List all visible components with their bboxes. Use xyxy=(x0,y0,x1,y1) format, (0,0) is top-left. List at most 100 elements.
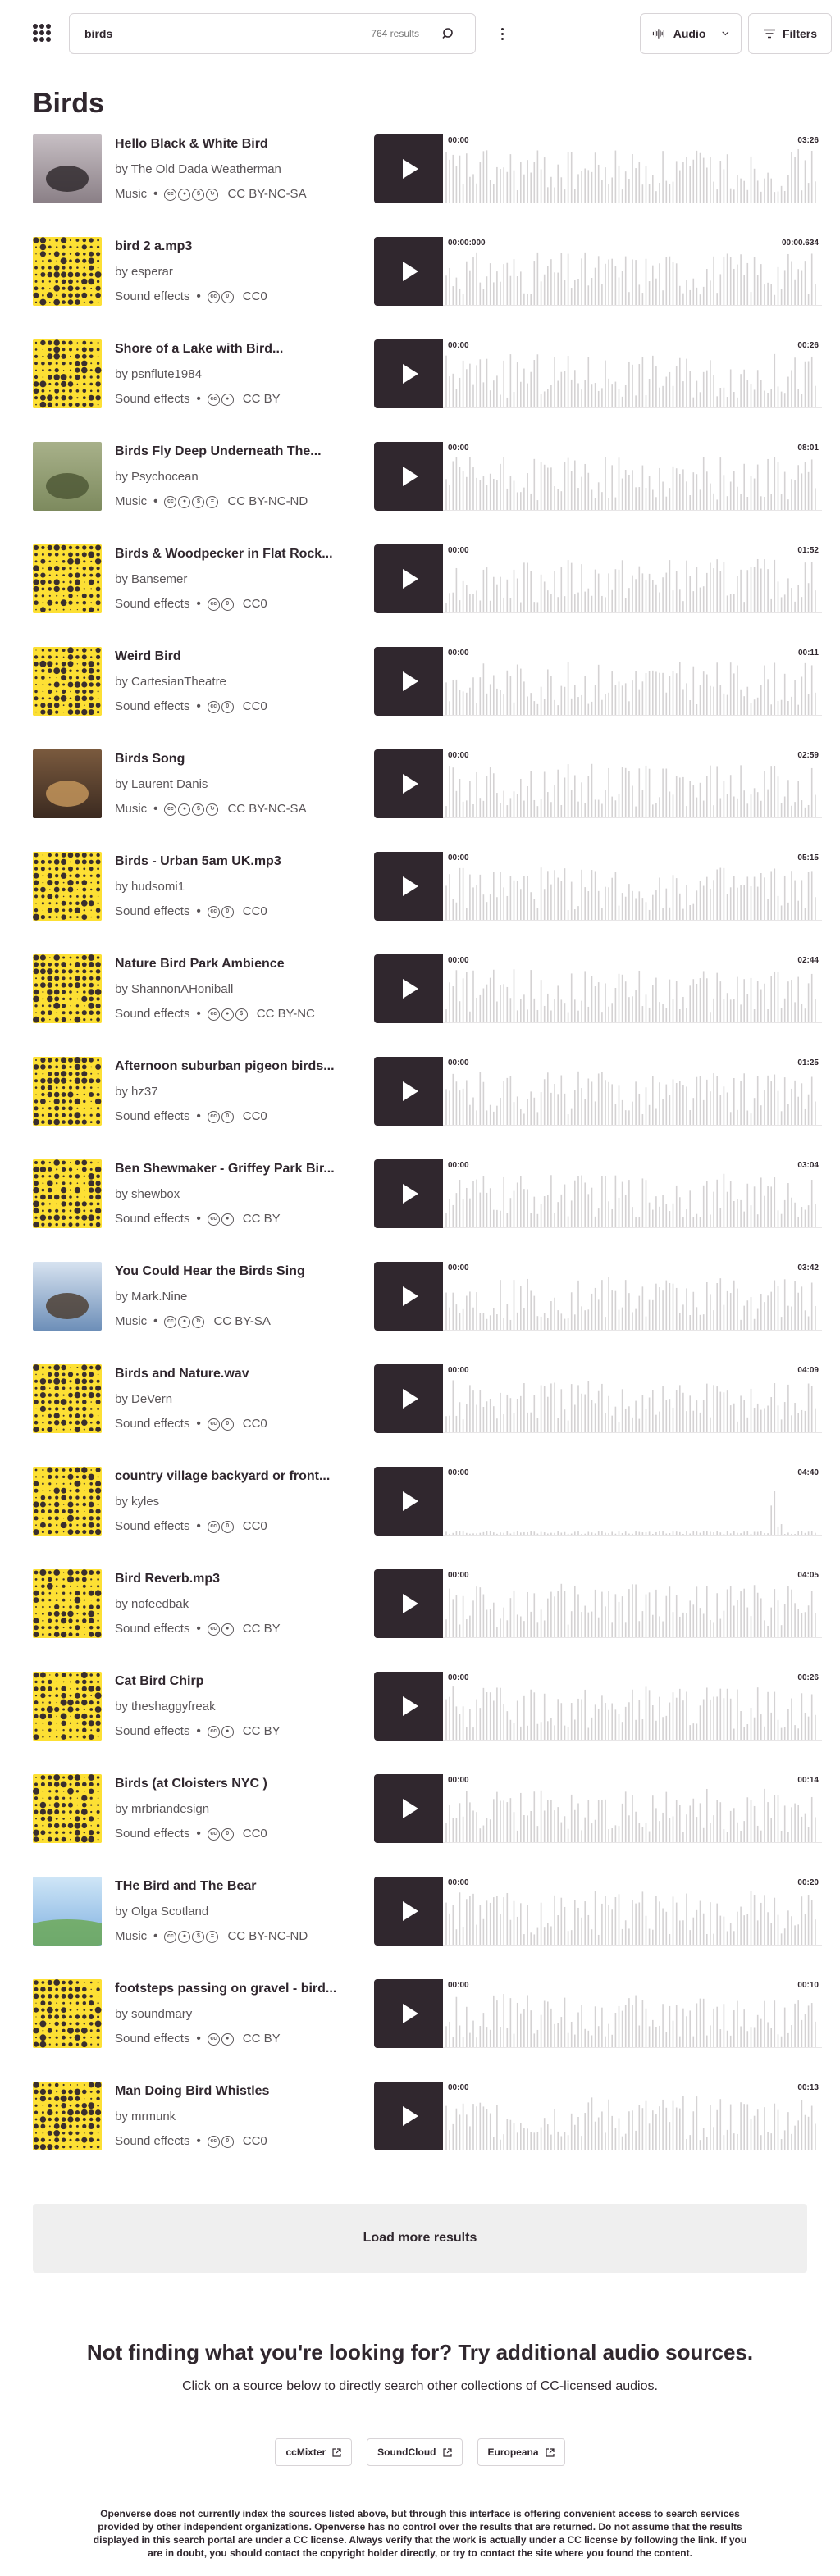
result-row[interactable]: Hello Black & White Bird by The Old Dada… xyxy=(33,134,822,237)
result-title[interactable]: Man Doing Bird Whistles xyxy=(115,2083,346,2100)
result-thumbnail[interactable] xyxy=(33,442,102,511)
waveform[interactable]: 00:00 01:52 xyxy=(443,544,822,613)
waveform[interactable]: 00:00 00:26 xyxy=(443,339,822,408)
result-row[interactable]: country village backyard or front... by … xyxy=(33,1467,822,1569)
search-button[interactable] xyxy=(437,22,460,45)
more-options-icon[interactable] xyxy=(492,23,512,44)
result-title[interactable]: Nature Bird Park Ambience xyxy=(115,956,346,972)
play-button[interactable] xyxy=(374,544,443,613)
source-link-ccmixter[interactable]: ccMixter xyxy=(275,2438,353,2466)
result-title[interactable]: Birds and Nature.wav xyxy=(115,1366,346,1382)
result-thumbnail[interactable] xyxy=(33,1159,102,1228)
result-title[interactable]: Ben Shewmaker - Griffey Park Bir... xyxy=(115,1161,346,1177)
result-row[interactable]: footsteps passing on gravel - bird... by… xyxy=(33,1979,822,2082)
play-button[interactable] xyxy=(374,1877,443,1946)
waveform[interactable]: 00:00 00:10 xyxy=(443,1979,822,2048)
result-thumbnail[interactable] xyxy=(33,1569,102,1638)
play-button[interactable] xyxy=(374,1467,443,1536)
result-thumbnail[interactable] xyxy=(33,1672,102,1741)
result-thumbnail[interactable] xyxy=(33,237,102,306)
result-thumbnail[interactable] xyxy=(33,1057,102,1126)
result-row[interactable]: Nature Bird Park Ambience by ShannonAHon… xyxy=(33,954,822,1057)
waveform[interactable]: 00:00 04:40 xyxy=(443,1467,822,1536)
waveform[interactable]: 00:00:000 00:00.634 xyxy=(443,237,822,306)
waveform[interactable]: 00:00 03:26 xyxy=(443,134,822,203)
play-button[interactable] xyxy=(374,1364,443,1433)
source-link-soundcloud[interactable]: SoundCloud xyxy=(367,2438,463,2466)
result-thumbnail[interactable] xyxy=(33,1364,102,1433)
result-title[interactable]: Shore of a Lake with Bird... xyxy=(115,341,346,357)
result-row[interactable]: Weird Bird by CartesianTheatre Sound eff… xyxy=(33,647,822,749)
waveform[interactable]: 00:00 08:01 xyxy=(443,442,822,511)
result-row[interactable]: You Could Hear the Birds Sing by Mark.Ni… xyxy=(33,1262,822,1364)
play-button[interactable] xyxy=(374,1057,443,1126)
play-button[interactable] xyxy=(374,1979,443,2048)
result-row[interactable]: Ben Shewmaker - Griffey Park Bir... by s… xyxy=(33,1159,822,1262)
waveform[interactable]: 00:00 02:44 xyxy=(443,954,822,1023)
waveform[interactable]: 00:00 00:13 xyxy=(443,2082,822,2150)
play-button[interactable] xyxy=(374,1262,443,1331)
result-row[interactable]: Birds - Urban 5am UK.mp3 by hudsomi1 Sou… xyxy=(33,852,822,954)
waveform[interactable]: 00:00 00:26 xyxy=(443,1672,822,1741)
result-title[interactable]: THe Bird and The Bear xyxy=(115,1878,346,1895)
play-button[interactable] xyxy=(374,1569,443,1638)
result-title[interactable]: Weird Bird xyxy=(115,649,346,665)
source-link-europeana[interactable]: Europeana xyxy=(477,2438,565,2466)
play-button[interactable] xyxy=(374,647,443,716)
waveform[interactable]: 00:00 00:11 xyxy=(443,647,822,716)
result-row[interactable]: bird 2 a.mp3 by esperar Sound effects • … xyxy=(33,237,822,339)
result-row[interactable]: Bird Reverb.mp3 by nofeedbak Sound effec… xyxy=(33,1569,822,1672)
play-button[interactable] xyxy=(374,852,443,921)
play-button[interactable] xyxy=(374,749,443,818)
result-title[interactable]: Birds (at Cloisters NYC ) xyxy=(115,1776,346,1792)
waveform[interactable]: 00:00 00:20 xyxy=(443,1877,822,1946)
waveform[interactable]: 00:00 04:09 xyxy=(443,1364,822,1433)
result-thumbnail[interactable] xyxy=(33,544,102,613)
play-button[interactable] xyxy=(374,1672,443,1741)
search-input[interactable] xyxy=(84,27,372,40)
load-more-button[interactable]: Load more results xyxy=(33,2204,807,2273)
result-title[interactable]: country village backyard or front... xyxy=(115,1468,346,1485)
play-button[interactable] xyxy=(374,1159,443,1228)
play-button[interactable] xyxy=(374,954,443,1023)
result-title[interactable]: Hello Black & White Bird xyxy=(115,136,346,152)
filters-button[interactable]: Filters xyxy=(748,13,832,54)
result-row[interactable]: Birds (at Cloisters NYC ) by mrbriandesi… xyxy=(33,1774,822,1877)
result-thumbnail[interactable] xyxy=(33,134,102,203)
result-row[interactable]: Birds & Woodpecker in Flat Rock... by Ba… xyxy=(33,544,822,647)
result-thumbnail[interactable] xyxy=(33,2082,102,2150)
waveform[interactable]: 00:00 05:15 xyxy=(443,852,822,921)
play-button[interactable] xyxy=(374,442,443,511)
result-thumbnail[interactable] xyxy=(33,1262,102,1331)
result-title[interactable]: Birds Song xyxy=(115,751,346,767)
result-title[interactable]: Birds Fly Deep Underneath The... xyxy=(115,444,346,460)
result-title[interactable]: Afternoon suburban pigeon birds... xyxy=(115,1058,346,1075)
result-row[interactable]: Man Doing Bird Whistles by mrmunk Sound … xyxy=(33,2082,822,2184)
result-title[interactable]: footsteps passing on gravel - bird... xyxy=(115,1981,346,1997)
waveform[interactable]: 00:00 03:42 xyxy=(443,1262,822,1331)
result-title[interactable]: Cat Bird Chirp xyxy=(115,1673,346,1690)
play-button[interactable] xyxy=(374,2082,443,2150)
result-title[interactable]: You Could Hear the Birds Sing xyxy=(115,1263,346,1280)
waveform[interactable]: 00:00 02:59 xyxy=(443,749,822,818)
result-thumbnail[interactable] xyxy=(33,1467,102,1536)
result-title[interactable]: Birds - Urban 5am UK.mp3 xyxy=(115,853,346,870)
result-thumbnail[interactable] xyxy=(33,954,102,1023)
result-thumbnail[interactable] xyxy=(33,339,102,408)
result-title[interactable]: Bird Reverb.mp3 xyxy=(115,1571,346,1587)
waveform[interactable]: 00:00 04:05 xyxy=(443,1569,822,1638)
result-row[interactable]: Birds Song by Laurent Danis Music • cc ● $… xyxy=(33,749,822,852)
waveform[interactable]: 00:00 01:25 xyxy=(443,1057,822,1126)
result-thumbnail[interactable] xyxy=(33,749,102,818)
result-thumbnail[interactable] xyxy=(33,1979,102,2048)
play-button[interactable] xyxy=(374,237,443,306)
play-button[interactable] xyxy=(374,134,443,203)
result-row[interactable]: Shore of a Lake with Bird... by psnflute… xyxy=(33,339,822,442)
result-title[interactable]: Birds & Woodpecker in Flat Rock... xyxy=(115,546,346,562)
content-type-button[interactable]: Audio xyxy=(640,13,742,54)
result-thumbnail[interactable] xyxy=(33,1774,102,1843)
result-row[interactable]: Afternoon suburban pigeon birds... by hz… xyxy=(33,1057,822,1159)
waveform[interactable]: 00:00 00:14 xyxy=(443,1774,822,1843)
result-row[interactable]: THe Bird and The Bear by Olga Scotland M… xyxy=(33,1877,822,1979)
result-row[interactable]: Cat Bird Chirp by theshaggyfreak Sound e… xyxy=(33,1672,822,1774)
